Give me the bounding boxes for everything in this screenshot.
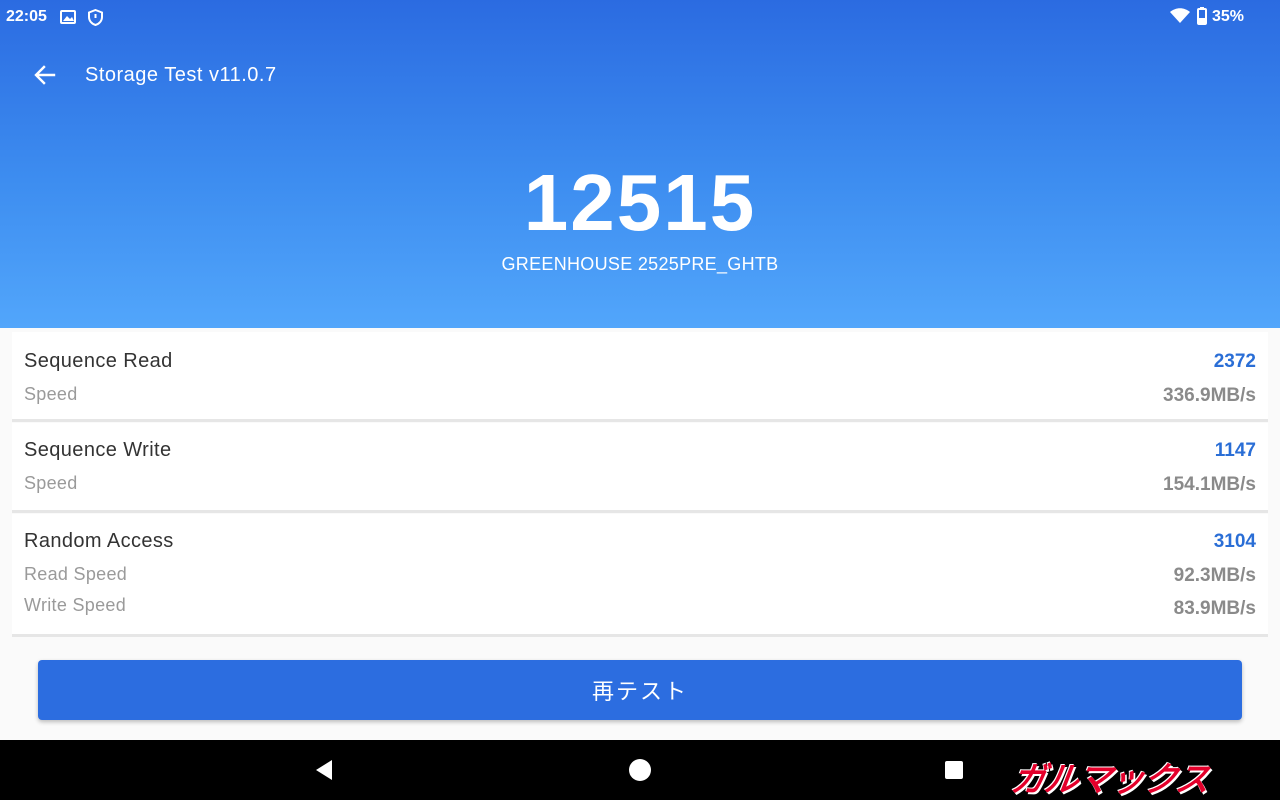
metric-value: 154.1MB/s [1163,474,1256,495]
metric-label: Speed [24,384,78,404]
metric-label: Speed [24,473,78,493]
status-time: 22:05 [6,8,47,25]
metric-label: Write Speed [24,595,127,615]
nav-recents-icon[interactable] [945,761,963,779]
shield-icon [88,8,103,31]
page-title: Storage Test v11.0.7 [85,64,277,86]
status-bar: 22:05 35% [0,0,1280,34]
metric-value: 83.9MB/s [1173,598,1256,619]
metric-label: Read Speed [24,564,128,584]
image-icon [60,10,76,29]
nav-home-icon[interactable] [629,759,651,781]
result-title: Sequence Read [24,350,173,372]
result-score: 3104 [1213,531,1256,552]
wifi-icon [1170,8,1190,29]
total-score: 12515 [523,158,757,247]
result-title: Sequence Write [24,439,172,461]
arrow-left-icon [34,65,56,85]
result-row-random-access: Random Access 3104 Read Speed 92.3MB/s W… [12,514,1268,637]
battery-percent: 35% [1212,8,1245,25]
metric-value: 92.3MB/s [1173,565,1256,586]
back-button[interactable] [28,58,62,92]
metric-value: 336.9MB/s [1163,385,1256,406]
retest-button[interactable]: 再テスト [38,660,1242,720]
result-row-sequence-read: Sequence Read 2372 Speed 336.9MB/s [12,332,1268,422]
result-score: 1147 [1214,440,1256,461]
device-name: GREENHOUSE 2525PRE_GHTB [501,254,779,274]
result-row-sequence-write: Sequence Write 1147 Speed 154.1MB/s [12,423,1268,513]
result-score: 2372 [1213,351,1256,372]
watermark-logo: ガルマックス [1008,761,1212,799]
battery-icon [1197,7,1207,30]
result-title: Random Access [24,530,174,552]
screen: 22:05 35% Storage Test v11.0.7 12515 GRE… [0,0,1280,800]
nav-back-icon[interactable] [312,758,336,782]
